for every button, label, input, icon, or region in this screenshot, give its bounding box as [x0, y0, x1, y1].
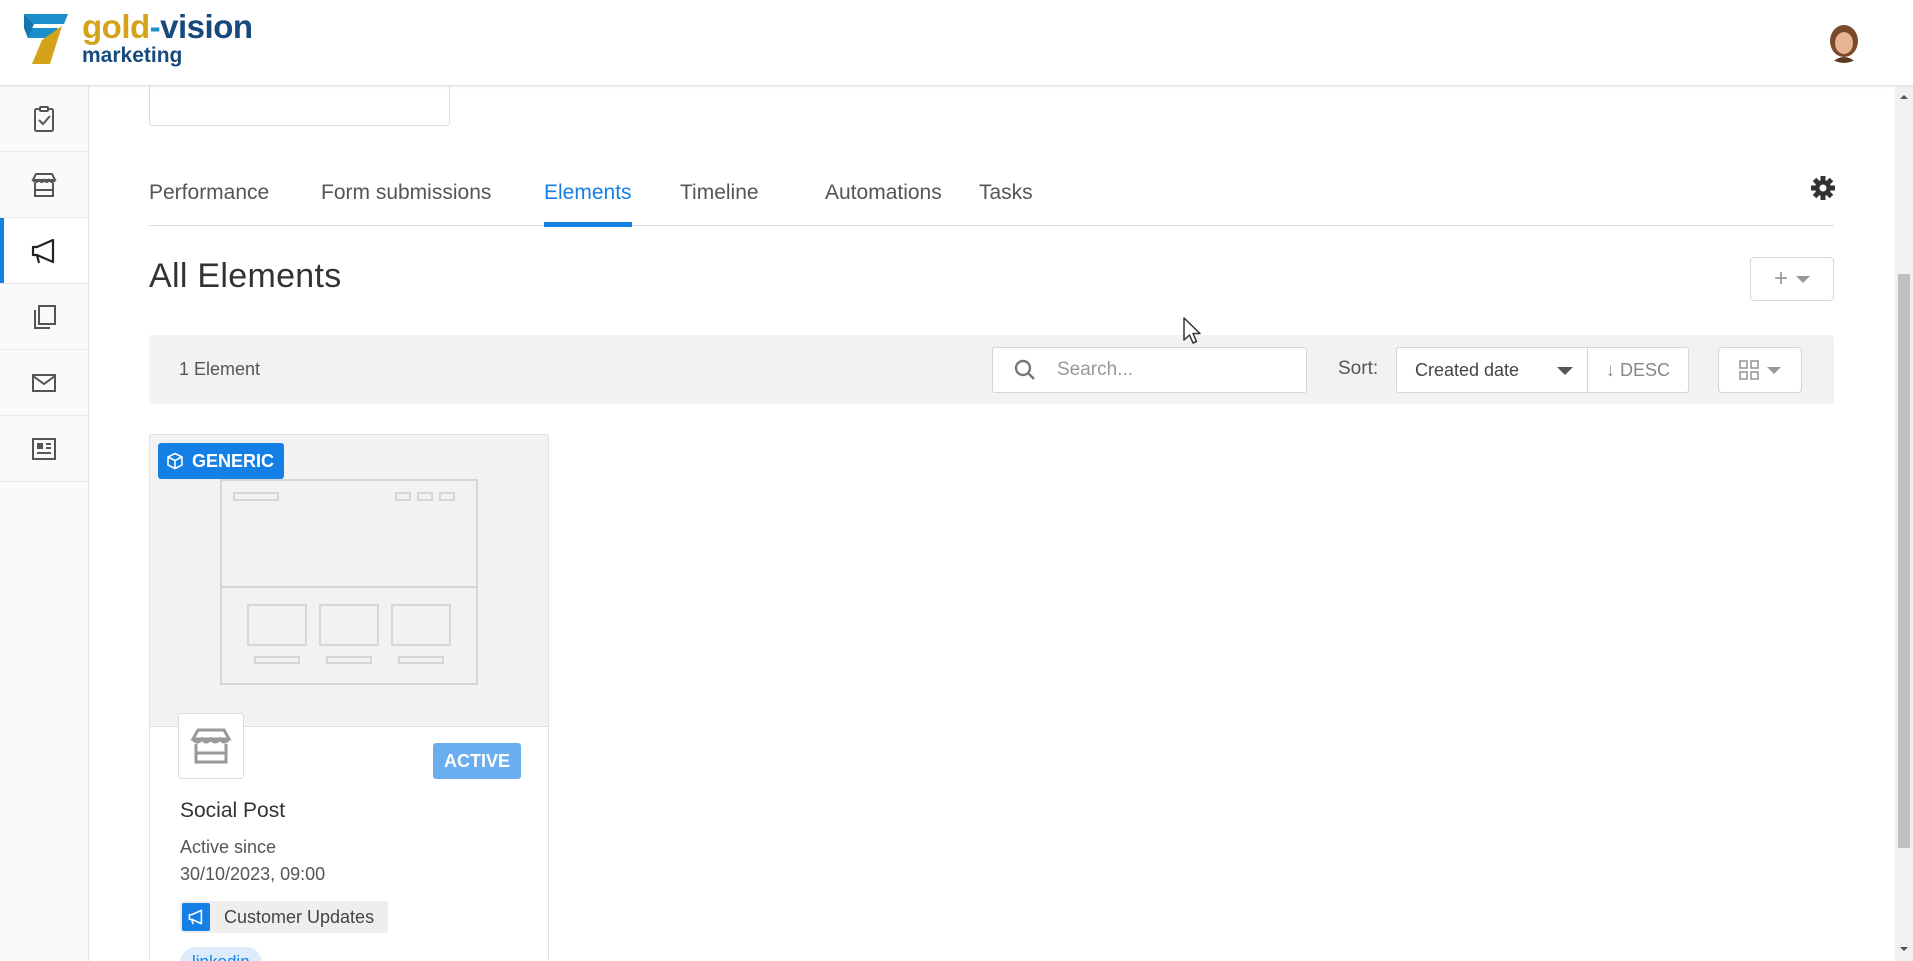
copy-pages-icon [34, 304, 56, 329]
main-content: Performance Form submissions Elements Ti… [89, 86, 1895, 961]
newspaper-icon [32, 437, 56, 460]
tab-performance[interactable]: Performance [149, 168, 269, 226]
scroll-up-arrow-icon[interactable] [1899, 92, 1909, 102]
campaign-chip[interactable]: Customer Updates [180, 901, 389, 933]
tag-chip[interactable]: linkedin [180, 947, 262, 961]
tab-tasks[interactable]: Tasks [979, 168, 1033, 226]
card-title[interactable]: Social Post [180, 799, 285, 823]
store-icon [31, 172, 57, 197]
scrollbar-thumb[interactable] [1898, 274, 1910, 848]
logo-wordmark: gold-vision marketing [82, 10, 253, 66]
chevron-down-icon [1767, 366, 1781, 374]
tab-form-submissions[interactable]: Form submissions [321, 168, 491, 226]
logo-word-vision: vision [160, 8, 253, 45]
mouse-cursor-icon [1183, 317, 1201, 344]
logo-word-marketing: marketing [82, 44, 183, 67]
clipboard-check-icon [34, 105, 54, 132]
tab-bar: Performance Form submissions Elements Ti… [149, 168, 1834, 227]
sort-order-button[interactable]: ↓ DESC [1587, 347, 1689, 393]
vertical-scrollbar[interactable] [1895, 86, 1913, 961]
tab-elements[interactable]: Elements [544, 168, 632, 227]
page-title: All Elements [149, 257, 342, 295]
megaphone-icon [182, 903, 210, 931]
campaign-chip-label: Customer Updates [224, 906, 375, 927]
tab-timeline[interactable]: Timeline [680, 168, 759, 226]
search-input[interactable] [1057, 359, 1287, 381]
logo-word-dash: - [149, 8, 161, 45]
sort-field-value: Created date [1415, 360, 1520, 380]
cube-icon [167, 452, 183, 470]
search-icon [1014, 359, 1035, 380]
view-mode-button[interactable] [1718, 347, 1802, 393]
card-active-since-label: Active since [180, 837, 277, 857]
search-box[interactable] [992, 347, 1307, 393]
left-sidebar [0, 86, 89, 961]
tab-automations[interactable]: Automations [825, 168, 942, 226]
type-badge-label: GENERIC [192, 450, 275, 471]
user-avatar[interactable] [1823, 21, 1865, 63]
element-count: 1 Element [179, 359, 261, 379]
logo-mark-icon [24, 14, 68, 64]
chevron-down-icon [1796, 275, 1810, 283]
list-toolbar: 1 Element Sort: Created date ↓ DESC [149, 335, 1834, 404]
layout-wireframe-icon [220, 479, 478, 685]
sidebar-item-tasks[interactable] [0, 86, 88, 152]
add-element-button[interactable]: + [1750, 257, 1834, 301]
avatar-image-icon [1823, 21, 1865, 63]
gold-vision-logo[interactable]: gold-vision marketing [20, 10, 253, 66]
scroll-down-arrow-icon[interactable] [1899, 944, 1909, 954]
top-header: gold-vision marketing [0, 0, 1913, 86]
megaphone-icon [31, 238, 55, 263]
previous-panel-box [149, 86, 450, 126]
envelope-icon [32, 373, 56, 392]
sidebar-item-news[interactable] [0, 416, 88, 482]
add-button-label: + [1773, 265, 1788, 292]
app-window: gold-vision marketing Performance Form s… [0, 0, 1913, 961]
sidebar-item-campaigns[interactable] [0, 218, 88, 284]
sort-field-select[interactable]: Created date [1396, 347, 1588, 393]
card-thumbnail: GENERIC [150, 435, 548, 727]
sidebar-item-store[interactable] [0, 152, 88, 218]
logo-word-gold: gold [82, 8, 150, 45]
status-badge: ACTIVE [433, 743, 522, 779]
type-badge: GENERIC [158, 443, 285, 479]
card-date: 30/10/2023, 09:00 [180, 864, 326, 884]
element-card[interactable]: GENERIC ACTIVE Social Post Active since … [149, 434, 549, 961]
grid-view-icon [1739, 360, 1759, 380]
store-icon [190, 728, 232, 764]
caret-down-icon [1557, 367, 1573, 375]
gear-icon[interactable] [1809, 174, 1837, 202]
sidebar-item-pages[interactable] [0, 284, 88, 350]
element-store-icon-box [178, 713, 244, 779]
sidebar-item-email[interactable] [0, 350, 88, 416]
sort-label: Sort: [1338, 358, 1379, 379]
